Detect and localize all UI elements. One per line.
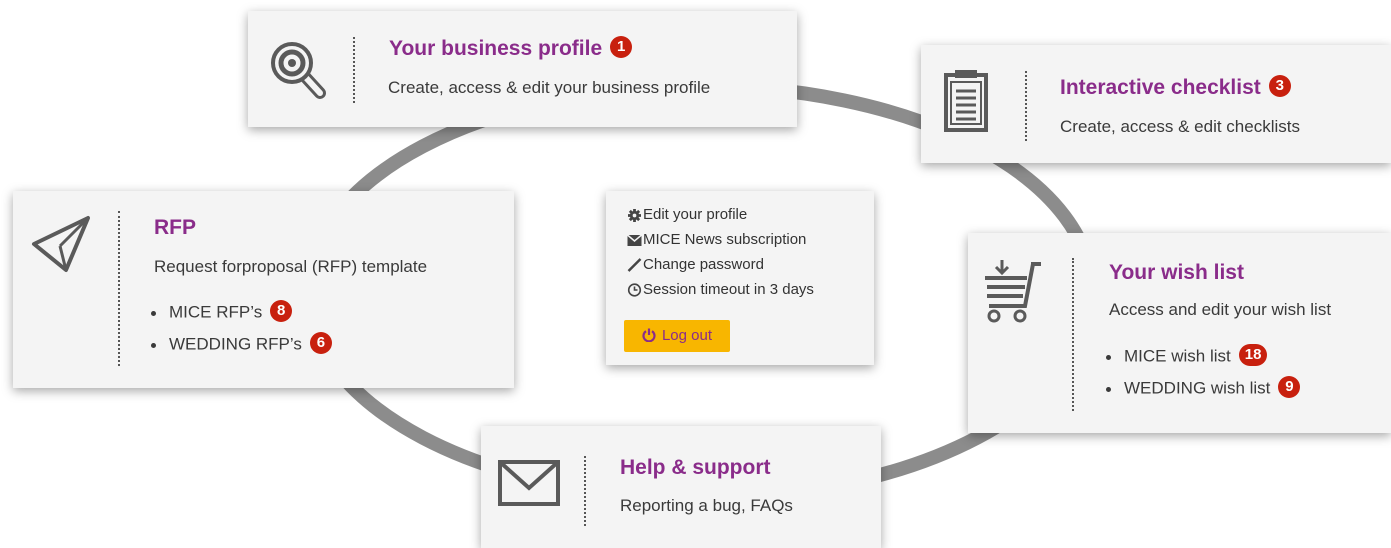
wish-list-description: Access and edit your wish list [1109, 300, 1332, 319]
rfp-description: Request forproposal (RFP) template [154, 257, 428, 276]
business-profile-badge: 1 [610, 36, 633, 59]
checklist-card[interactable]: Interactive checklist 3 Create, access & … [921, 45, 1391, 163]
news-subscription-link[interactable]: MICE News subscription [626, 231, 806, 249]
change-password-link[interactable]: Change password [626, 256, 764, 274]
envelope-small-icon [627, 234, 642, 246]
card-divider [584, 456, 586, 526]
wish-list-items: MICE wish list 18 WEDDING wish list 9 [1102, 344, 1301, 400]
list-item-mice-wish-list[interactable]: MICE wish list 18 [1102, 344, 1300, 368]
logout-button[interactable]: Log out [624, 320, 730, 352]
clipboard-icon [944, 70, 988, 132]
account-menu: Edit your profile MICE News subscription… [606, 191, 874, 365]
envelope-icon [498, 460, 560, 506]
list-item-wedding-rfp[interactable]: WEDDING RFP’s 6 [147, 332, 332, 356]
gear-icon [628, 208, 641, 222]
magnifier-key-icon [271, 42, 326, 99]
mice-wish-list-badge: 18 [1238, 344, 1268, 366]
checklist-title[interactable]: Interactive checklist 3 [1060, 75, 1291, 100]
wedding-wish-list-badge: 9 [1278, 376, 1301, 398]
card-divider [1025, 71, 1027, 141]
checklist-description: Create, access & edit checklists [1060, 117, 1300, 136]
wedding-rfp-badge: 6 [309, 332, 332, 354]
mice-rfp-badge: 8 [270, 300, 293, 322]
paper-plane-icon [32, 216, 90, 272]
card-divider [353, 37, 355, 103]
rfp-list: MICE RFP’s 8 WEDDING RFP’s 6 [147, 300, 332, 356]
power-icon [642, 328, 656, 343]
clock-icon [627, 283, 642, 297]
help-support-title[interactable]: Help & support [620, 456, 771, 480]
business-profile-title[interactable]: Your business profile 1 [389, 36, 633, 61]
business-profile-description: Create, access & edit your business prof… [388, 78, 711, 97]
checklist-badge: 3 [1268, 75, 1291, 98]
list-item-wedding-wish-list[interactable]: WEDDING wish list 9 [1102, 376, 1301, 400]
help-support-card[interactable]: Help & support Reporting a bug, FAQs [481, 426, 881, 548]
shopping-cart-icon [985, 260, 1041, 323]
rfp-title[interactable]: RFP [154, 216, 196, 240]
card-divider [118, 211, 120, 366]
business-profile-card[interactable]: Your business profile 1 Create, access & … [248, 11, 797, 127]
wish-list-title[interactable]: Your wish list [1109, 261, 1244, 285]
edit-profile-link[interactable]: Edit your profile [626, 206, 747, 224]
card-divider [1072, 258, 1074, 411]
list-item-mice-rfp[interactable]: MICE RFP’s 8 [147, 300, 332, 324]
rfp-card[interactable]: RFP Request forproposal (RFP) template M… [13, 191, 514, 388]
session-timeout-info: Session timeout in 3 days [626, 281, 814, 299]
wish-list-card[interactable]: Your wish list Access and edit your wish… [968, 233, 1391, 433]
help-support-description: Reporting a bug, FAQs [620, 496, 793, 515]
pencil-icon [627, 258, 642, 272]
